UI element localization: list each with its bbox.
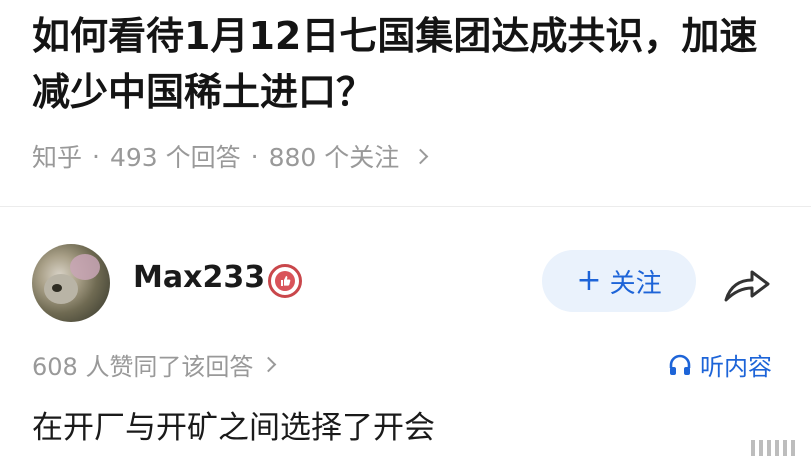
- answer-count: 493 个回答: [109, 143, 241, 172]
- follow-button[interactable]: + 关注: [542, 250, 696, 312]
- question-header: 如何看待1月12日七国集团达成共识，加速减少中国稀土进口？ 知乎 · 493 个…: [32, 8, 782, 174]
- agree-count[interactable]: 608 人赞同了该回答: [32, 347, 277, 382]
- author-row: Max233 + 关注: [32, 244, 782, 324]
- avatar[interactable]: [32, 244, 110, 322]
- thumbs-up-badge-icon: [268, 264, 302, 298]
- section-divider: [0, 206, 811, 207]
- meta-separator: ·: [92, 141, 100, 171]
- headphones-icon: [669, 354, 691, 375]
- question-meta[interactable]: 知乎 · 493 个回答 · 880 个关注: [32, 138, 782, 174]
- author-name[interactable]: Max233: [133, 260, 265, 295]
- follow-label: 关注: [609, 268, 662, 299]
- question-title[interactable]: 如何看待1月12日七国集团达成共识，加速减少中国稀土进口？: [32, 8, 782, 120]
- agree-text: 608 人赞同了该回答: [32, 353, 254, 381]
- listen-label: 听内容: [700, 353, 772, 381]
- plus-icon: +: [576, 263, 602, 298]
- meta-separator: ·: [250, 141, 259, 171]
- agree-row: 608 人赞同了该回答 听内容: [32, 347, 782, 383]
- follower-count: 880 个关注: [268, 143, 400, 172]
- share-arrow-icon[interactable]: [722, 262, 772, 306]
- chevron-right-icon: [261, 356, 277, 373]
- answer-content[interactable]: 在开厂与开矿之间选择了开会: [32, 402, 435, 447]
- chevron-right-icon: [412, 148, 429, 164]
- listen-button[interactable]: 听内容: [668, 347, 772, 382]
- source-label: 知乎: [32, 143, 83, 172]
- watermark: [751, 440, 795, 456]
